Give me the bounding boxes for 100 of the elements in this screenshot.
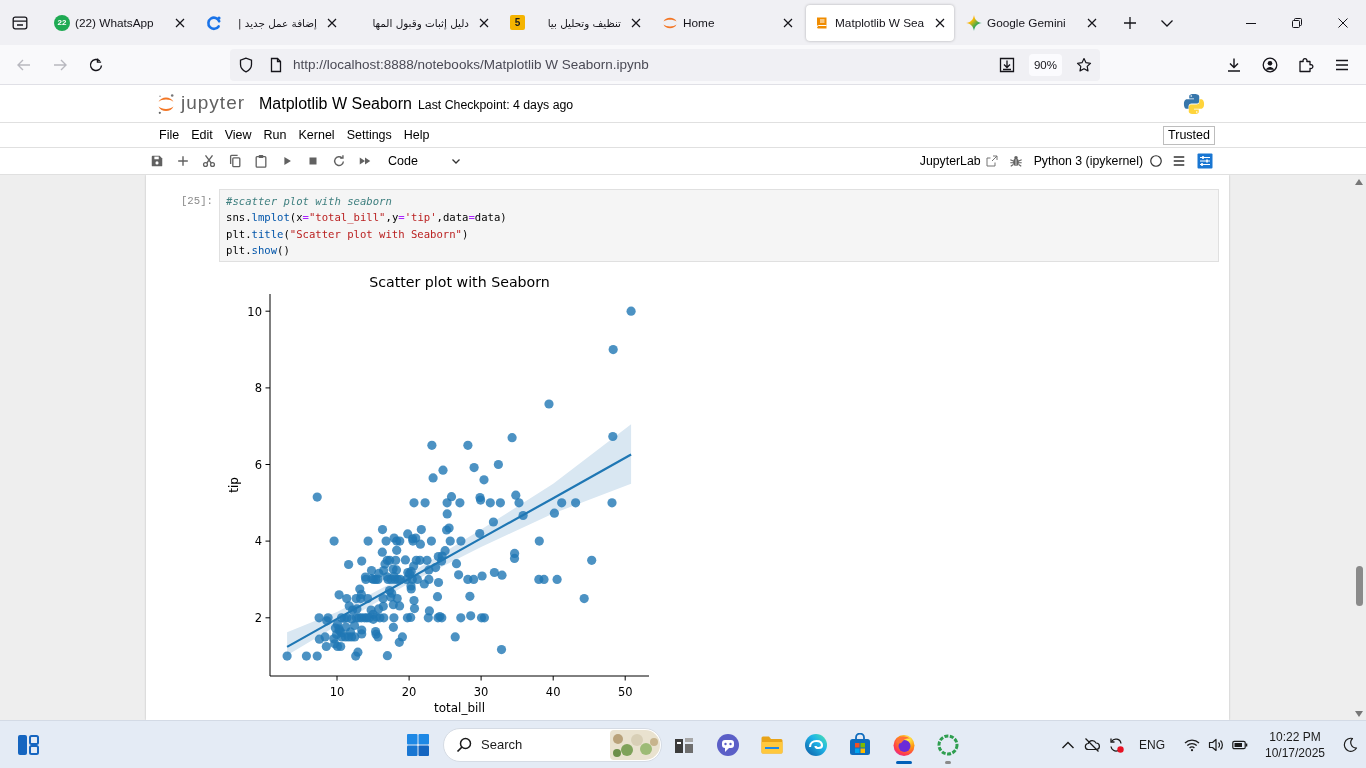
- data-point: [415, 555, 425, 566]
- data-point: [608, 432, 618, 442]
- data-point: [544, 399, 554, 409]
- data-point: [312, 651, 322, 661]
- clock-time[interactable]: 10:22 PM: [1269, 728, 1321, 745]
- tick-label: 6: [254, 458, 262, 472]
- tick-mark: [552, 675, 554, 682]
- input-language-button[interactable]: ENG: [1134, 728, 1170, 761]
- data-point: [363, 536, 373, 546]
- cell-prompt: [25]:: [179, 194, 214, 209]
- menu-item[interactable]: Help: [397, 124, 436, 146]
- code-line: #scatter plot with seaborn: [226, 194, 393, 209]
- data-point: [366, 605, 376, 615]
- data-point: [488, 517, 498, 527]
- data-point: [312, 492, 322, 502]
- data-point: [507, 433, 517, 443]
- sliders-icon: [1197, 153, 1213, 169]
- panels-icon: [16, 732, 40, 757]
- tick-label: 8: [254, 381, 262, 396]
- tab-list-icon: [12, 14, 28, 31]
- tick-mark: [265, 617, 271, 619]
- data-point: [419, 579, 429, 589]
- data-point: [445, 536, 455, 546]
- data-point: [416, 525, 426, 535]
- data-point: [497, 570, 507, 580]
- close-icon: [935, 17, 945, 28]
- data-point: [495, 498, 505, 508]
- browser-tab[interactable]: إضافة عمل جديد |: [198, 4, 346, 41]
- close-icon: [327, 17, 337, 28]
- star-icon[interactable]: [1076, 56, 1092, 73]
- data-point: [424, 565, 434, 575]
- kernel-logo-icon: [1183, 92, 1205, 115]
- search-field[interactable]: Search: [443, 727, 662, 762]
- restart-icon: [332, 154, 346, 168]
- data-point: [485, 498, 495, 508]
- kernel-name-button[interactable]: Python 3 (ipykernel): [1033, 150, 1143, 172]
- data-point: [400, 555, 410, 565]
- data-point: [463, 575, 473, 585]
- scroll-down-icon[interactable]: [1355, 711, 1363, 717]
- chat-icon: [716, 732, 740, 757]
- data-point: [455, 498, 465, 508]
- data-point: [407, 575, 417, 585]
- tick-label: 4: [254, 534, 262, 549]
- data-point: [314, 634, 324, 644]
- browser-tab[interactable]: Google Gemini: [958, 4, 1106, 41]
- save-to-tray-icon[interactable]: [998, 56, 1015, 73]
- tick-label: 2: [254, 611, 262, 626]
- data-point: [456, 613, 466, 623]
- data-point: [587, 555, 597, 566]
- data-point: [518, 511, 528, 521]
- data-point: [409, 498, 419, 508]
- menu-item[interactable]: Kernel: [292, 124, 341, 146]
- scroll-up-icon[interactable]: [1355, 179, 1363, 185]
- menu-item[interactable]: View: [218, 124, 258, 146]
- data-point: [579, 594, 589, 604]
- menu-item[interactable]: Settings: [340, 124, 398, 146]
- close-icon: [631, 17, 641, 28]
- plus-icon: [1122, 14, 1138, 31]
- data-point: [357, 629, 367, 639]
- scrollbar-thumb[interactable]: [1355, 566, 1363, 606]
- data-point: [403, 529, 413, 539]
- data-point: [450, 632, 460, 642]
- browser-tab[interactable]: Home: [654, 4, 802, 41]
- jupyterlab-link[interactable]: JupyterLab: [919, 150, 998, 172]
- puzzle-piece-icon: [1298, 56, 1314, 73]
- data-point: [432, 592, 443, 602]
- speaker-icon[interactable]: [1208, 736, 1224, 753]
- menu-item[interactable]: Edit: [185, 124, 219, 146]
- zoom-level-button[interactable]: 90%: [1028, 53, 1062, 76]
- code-cell-editor[interactable]: #scatter plot with seaborn sns.lmplot(x="total_bill",y='tip',data=data) plt.title("Scatter plot with Seaborn") plt.show(): [219, 189, 1219, 263]
- close-icon: [1338, 17, 1348, 28]
- menu-item[interactable]: File: [153, 124, 186, 146]
- moon-icon[interactable]: [1342, 736, 1358, 753]
- notebook-title[interactable]: Matplotlib W Seaborn: [259, 94, 412, 113]
- browser-tab[interactable]: Matplotlib W Sea: [806, 4, 954, 41]
- tick-mark: [624, 675, 626, 682]
- data-point: [454, 570, 464, 580]
- data-point: [392, 545, 402, 556]
- search-placeholder: Search: [481, 737, 523, 752]
- browser-tab[interactable]: دليل إثبات وقبول المها: [350, 4, 498, 41]
- address-field[interactable]: http://localhost:8888/notebooks/Matplotlib W Seaborn.ipynb 90%: [230, 48, 1100, 81]
- sync-alert-icon: [1108, 736, 1124, 753]
- data-point: [456, 536, 466, 546]
- clock-date[interactable]: 10/17/2025: [1264, 744, 1326, 761]
- code-line: plt.show(): [226, 242, 291, 258]
- data-point: [389, 613, 399, 623]
- trusted-button[interactable]: Trusted: [1163, 125, 1215, 145]
- data-point: [420, 498, 430, 508]
- cell-type-select[interactable]: Code: [383, 150, 467, 172]
- bug-icon: [1008, 154, 1023, 168]
- cloud-off-icon: [1084, 736, 1100, 753]
- tick-mark: [265, 464, 271, 466]
- data-point: [314, 613, 324, 623]
- data-point: [301, 651, 311, 661]
- menu-item[interactable]: Run: [257, 124, 293, 146]
- count-badge: 22: [54, 14, 70, 31]
- chart-title: Scatter plot with Seaborn: [369, 274, 550, 291]
- data-point: [371, 612, 382, 622]
- data-point: [493, 460, 503, 470]
- browser-tab[interactable]: 22 (22) WhatsApp: [46, 4, 194, 41]
